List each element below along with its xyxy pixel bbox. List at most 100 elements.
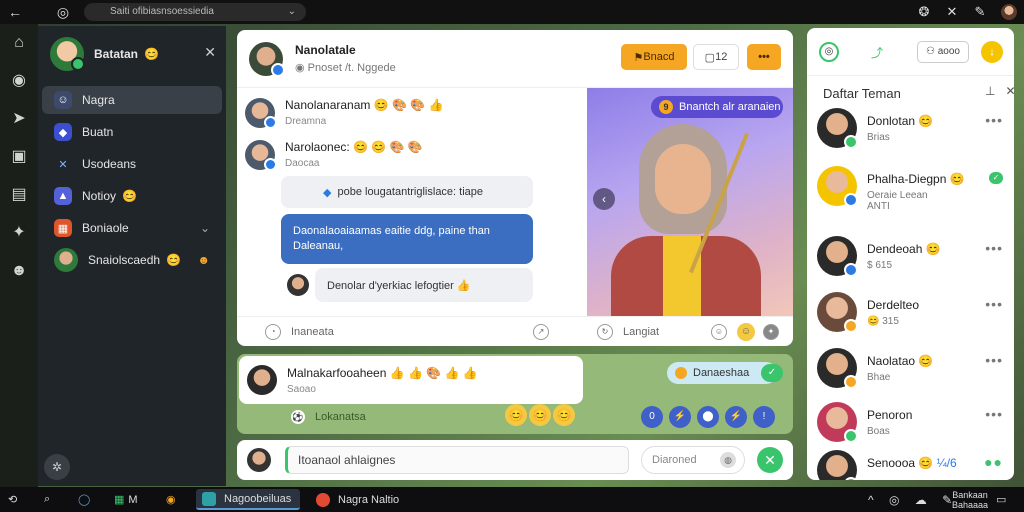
action-circle[interactable]: 0 (641, 406, 663, 428)
action-circle[interactable]: ! (753, 406, 775, 428)
group-avatar[interactable] (249, 41, 285, 77)
message-bubble-highlight[interactable]: Daonalaoaiaamas eaitie ddg, paine than D… (281, 214, 533, 264)
reaction-icon[interactable]: ☺ (711, 324, 727, 340)
post-image[interactable]: 9 Bnantch alr aranaien ‹ (587, 88, 793, 316)
taskbar: ⟲ ⌕ ◯ ▦ M ◉ Nagoobeiluas Nagra Naltio ^ … (0, 487, 1024, 512)
shares-action[interactable]: ↻ Langiat (597, 317, 703, 346)
comments-action[interactable]: ◔ Inaneata (265, 317, 391, 346)
friend-status: $ 615 (867, 260, 893, 271)
people-icon: ☺ (54, 91, 72, 109)
sidebar-item-buatn[interactable]: ◆ Buatn (42, 118, 222, 146)
emoji-reaction[interactable]: 😊 (505, 404, 527, 426)
start-icon[interactable]: ⟲ (8, 487, 17, 512)
emoji-reaction[interactable]: 😊 (553, 404, 575, 426)
friend-item[interactable]: Donlotan 😊 Brias ••• (817, 108, 1007, 156)
chevron-down-icon[interactable]: ⌄ (288, 3, 296, 21)
tray-icons[interactable]: ^ ◎ ☁ ✎ (868, 487, 958, 512)
more-icon[interactable]: ••• (985, 112, 1003, 128)
rail-puzzle-icon[interactable]: ✦ (0, 214, 38, 252)
message-input[interactable]: Itoanaol ahlaignes (285, 446, 629, 474)
count-button[interactable]: ▢ 12 (693, 44, 739, 70)
rail-home-icon[interactable]: ⌂ (0, 24, 38, 62)
more-icon[interactable]: ••• (985, 296, 1003, 312)
notifications-icon[interactable]: ▭ (996, 487, 1006, 512)
friend-avatar[interactable] (817, 108, 858, 149)
friend-item[interactable]: Senoooa 😊 ¼/6 ●● (817, 450, 1007, 480)
friend-avatar[interactable] (817, 402, 858, 443)
feed-post[interactable]: Narolaonec: 😊 😊 🎨 🎨 Daocaa (245, 140, 423, 171)
friend-item[interactable]: Phalha-Diegpn 😊 Oeraie Leean ANTI ✓ (817, 166, 1007, 214)
more-button[interactable]: ••• (747, 44, 781, 70)
sidebar-item-nagra[interactable]: ☺ Nagra (42, 86, 222, 114)
address-bar[interactable]: Saiti ofibiasnsoessiedia ⌄ (84, 3, 306, 21)
sidebar-item-snaiolscaedh[interactable]: Snaiolscaedh 😊 ☻ (42, 246, 222, 274)
emoji-reaction[interactable]: ☺ (737, 323, 755, 341)
chevron-down-icon[interactable]: ⌄ (200, 221, 210, 235)
secondary-input[interactable]: Diaroned ◍ (641, 446, 745, 474)
friend-avatar[interactable] (817, 166, 858, 207)
send-button[interactable]: ✕ (757, 447, 783, 473)
sidebar-item-notioy[interactable]: ▲ Notioy 😊 (42, 182, 222, 210)
cortana-icon[interactable]: ◯ (78, 487, 90, 512)
photos-icon[interactable]: ◉ (166, 487, 176, 512)
more-icon[interactable]: ••• (985, 406, 1003, 422)
post-avatar[interactable] (245, 140, 277, 171)
sidebar-item-usodeans[interactable]: ✕ Usodeans (42, 150, 222, 178)
profile-avatar[interactable] (1001, 4, 1017, 20)
friend-item[interactable]: Dendeoah 😊 $ 615 ••• (817, 236, 1007, 284)
message-bubble[interactable]: Denolar d'yerkiac lefogtier 👍 (315, 268, 533, 302)
files-icon[interactable]: ▦ M (114, 487, 138, 512)
clock[interactable]: Bankaan Bahaaaa (952, 487, 988, 512)
post-status: Saoao (287, 383, 316, 395)
pin-icon[interactable]: ⊥ (985, 84, 995, 98)
close-icon[interactable]: ✕ (204, 44, 216, 61)
whatsapp-icon[interactable]: ◎ (819, 42, 839, 62)
back-icon[interactable]: ← (0, 4, 30, 20)
chrome-icon[interactable]: ◎ (48, 4, 78, 21)
prev-image-button[interactable]: ‹ (593, 188, 615, 210)
settings-icon[interactable]: ✲ (44, 454, 70, 480)
taskbar-app[interactable]: Nagra Naltio (310, 489, 422, 510)
add-friend-icon[interactable]: ⤴ (871, 44, 883, 61)
message-bubble[interactable]: ◆ pobe lougatantriglislace: tiape (281, 176, 533, 208)
friend-item[interactable]: Naolatao 😊 Bhae ••• (817, 348, 1007, 396)
post-avatar[interactable] (245, 98, 277, 129)
attach-icon[interactable]: ◍ (720, 452, 736, 468)
taskbar-app-active[interactable]: Nagoobeiluas (196, 489, 300, 510)
post-avatar[interactable] (247, 365, 277, 395)
action-circle[interactable]: ⬤ (697, 406, 719, 428)
image-tag[interactable]: 9 Bnantch alr aranaien (651, 96, 783, 118)
share-icon[interactable]: ↗ (533, 324, 549, 340)
rail-send-icon[interactable]: ➤ (0, 100, 38, 138)
check-icon[interactable]: ✓ (761, 364, 783, 382)
action-circle[interactable]: ⚡ (669, 406, 691, 428)
rail-camera-icon[interactable]: ▣ (0, 138, 38, 176)
rail-avatar-icon[interactable]: ◉ (0, 62, 38, 100)
primary-action-button[interactable]: ⚑ Bnacd (621, 44, 687, 70)
rail-store-icon[interactable]: ▤ (0, 176, 38, 214)
extension-icon[interactable]: ❂ (910, 4, 938, 20)
friend-item[interactable]: Penoron Boas ••• (817, 402, 1007, 450)
emoji-reaction[interactable]: 😊 (529, 404, 551, 426)
user-avatar[interactable] (50, 37, 85, 71)
more-icon[interactable]: ••• (985, 240, 1003, 256)
user-button[interactable]: ⚇ aooo (917, 41, 969, 63)
friend-avatar[interactable] (817, 348, 858, 389)
secondary-post-card[interactable]: Malnakarfooaheen 👍 👍 🎨 👍 👍 Saoao (239, 356, 583, 404)
more-reaction-icon[interactable]: ✦ (763, 324, 779, 340)
tools-icon[interactable]: ✎ (966, 4, 994, 20)
friend-avatar[interactable] (817, 292, 858, 333)
message-avatar[interactable] (287, 274, 309, 296)
feed-post[interactable]: Nanolanaranam 😊 🎨 🎨 👍 Dreamna (245, 98, 444, 129)
search-icon[interactable]: ⌕ (44, 487, 50, 512)
friend-avatar[interactable] (817, 236, 858, 277)
friend-item[interactable]: Derdelteo 😊 315 ••• (817, 292, 1007, 340)
action-circle[interactable]: ⚡ (725, 406, 747, 428)
friend-avatar[interactable] (817, 450, 858, 480)
rail-game-icon[interactable]: ☻ (0, 252, 38, 290)
sidebar-item-boniaole[interactable]: ▦ Boniaole ⌄ (42, 214, 222, 242)
close-icon[interactable]: ✕ (1005, 84, 1014, 98)
close-tab-icon[interactable]: ✕ (938, 4, 966, 20)
more-icon[interactable]: ••• (985, 352, 1003, 368)
notification-icon[interactable]: ↓ (981, 41, 1003, 63)
